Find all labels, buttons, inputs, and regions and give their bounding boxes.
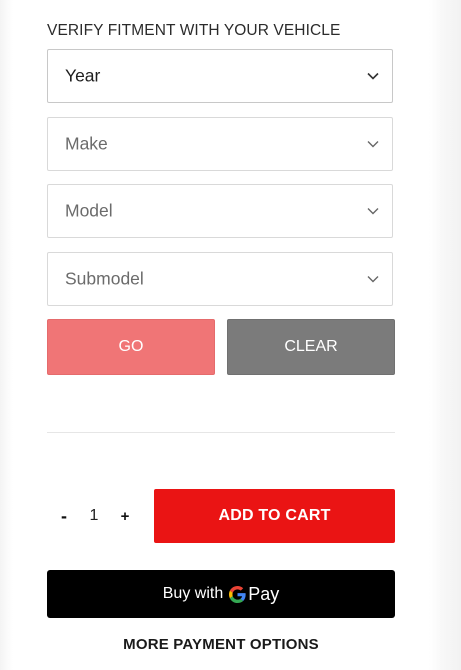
clear-button[interactable]: CLEAR	[227, 319, 395, 375]
model-select[interactable]: Model	[47, 184, 393, 238]
quantity-value[interactable]: 1	[87, 500, 101, 532]
quantity-stepper: - 1 +	[47, 500, 147, 532]
chevron-down-icon	[367, 72, 379, 80]
google-g-icon	[229, 585, 246, 603]
submodel-select-label: Submodel	[65, 268, 144, 289]
buy-with-gpay-button[interactable]: Buy with Pay	[47, 570, 395, 618]
product-form-page: VERIFY FITMENT WITH YOUR VEHICLE Year Ma…	[0, 0, 461, 670]
make-select[interactable]: Make	[47, 117, 393, 171]
gpay-word-text: Pay	[248, 583, 280, 604]
chevron-down-icon	[367, 208, 379, 215]
more-payment-options-link[interactable]: MORE PAYMENT OPTIONS	[47, 636, 395, 653]
year-select-label: Year	[65, 65, 101, 86]
quantity-decrease-button[interactable]: -	[57, 500, 71, 532]
year-select[interactable]: Year	[47, 49, 393, 103]
quantity-increase-button[interactable]: +	[118, 500, 132, 532]
chevron-down-icon	[367, 276, 379, 283]
make-select-label: Make	[65, 133, 108, 154]
fitment-title: VERIFY FITMENT WITH YOUR VEHICLE	[47, 22, 341, 39]
submodel-select[interactable]: Submodel	[47, 252, 393, 306]
gpay-prefix-text: Buy with	[162, 585, 224, 602]
go-button[interactable]: GO	[47, 319, 215, 375]
left-shadow	[0, 0, 13, 670]
model-select-label: Model	[65, 200, 113, 221]
right-shadow	[429, 0, 461, 670]
section-divider	[47, 432, 395, 433]
add-to-cart-button[interactable]: ADD TO CART	[154, 489, 395, 543]
chevron-down-icon	[367, 141, 379, 148]
